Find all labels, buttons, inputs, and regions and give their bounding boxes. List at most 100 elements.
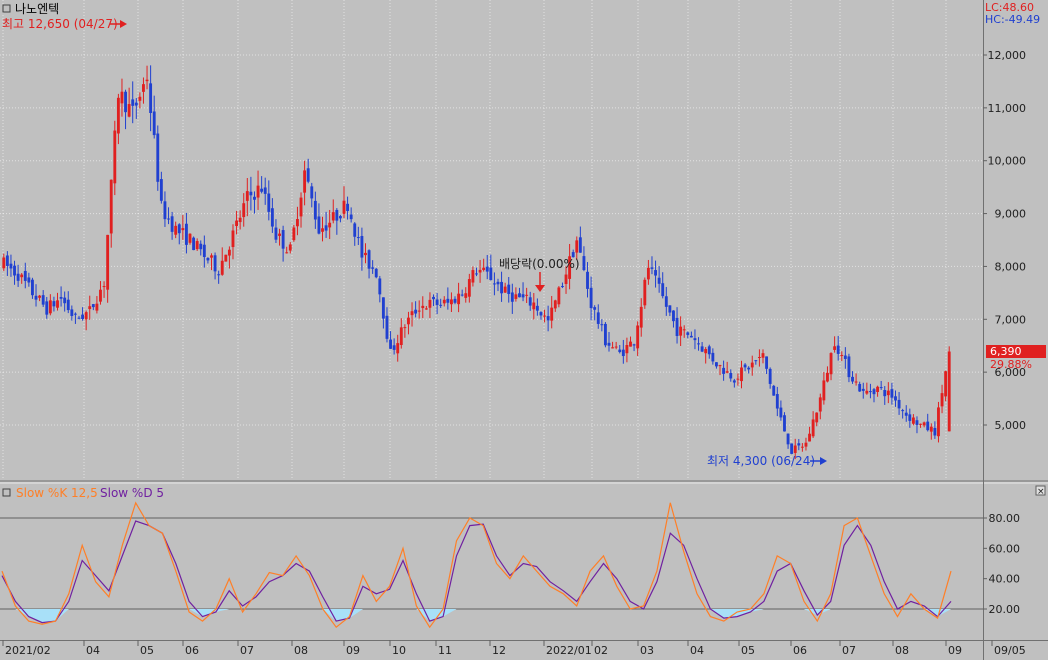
date-tick-label: 02: [594, 644, 608, 657]
candle-body: [829, 353, 833, 375]
close-icon[interactable]: ×: [1037, 487, 1045, 497]
candle-body: [399, 327, 403, 346]
candle-body: [152, 111, 156, 136]
candle-body: [503, 286, 507, 293]
candle-body: [374, 268, 378, 278]
candle-body: [177, 224, 181, 234]
candle-body: [682, 329, 686, 331]
candle-body: [768, 368, 772, 384]
date-tick-label: 07: [240, 644, 254, 657]
candle-body: [754, 360, 758, 362]
candle-body: [786, 433, 790, 445]
candle-body: [761, 353, 765, 358]
candle-body: [424, 308, 428, 310]
candle-body: [346, 203, 350, 212]
date-tick-label: 04: [690, 644, 704, 657]
candle-body: [711, 352, 715, 362]
candle-body: [9, 263, 13, 269]
candle-body: [593, 307, 597, 310]
indicator-tick-label: 20.00: [989, 603, 1021, 616]
candle-body: [439, 304, 443, 306]
candle-body: [937, 407, 940, 437]
candle-body: [385, 315, 389, 339]
candle-body: [657, 277, 661, 284]
candle-body: [5, 255, 9, 266]
candle-body: [578, 237, 582, 253]
candle-body: [775, 394, 779, 409]
candle-body: [535, 305, 539, 311]
candle-body: [338, 216, 342, 219]
candle-body: [611, 347, 615, 349]
candle-body: [356, 237, 360, 239]
indicator-pane[interactable]: [0, 483, 983, 640]
candle-body: [170, 216, 174, 232]
candle-body: [102, 286, 106, 288]
candle-body: [227, 249, 231, 256]
candle-body: [514, 294, 518, 299]
candle-body: [460, 294, 464, 296]
date-tick-label: 09: [948, 644, 962, 657]
candle-body: [52, 301, 56, 307]
candle-body: [725, 371, 729, 373]
current-price-label: 6,390: [990, 345, 1022, 358]
date-tick-label: 08: [294, 644, 308, 657]
candle-body: [20, 274, 24, 278]
candle-body: [328, 222, 332, 228]
candle-body: [453, 298, 457, 303]
candle-body: [181, 228, 185, 231]
candle-body: [360, 236, 364, 258]
candle-body: [539, 312, 543, 316]
date-tick-label: 08: [895, 644, 909, 657]
candle-body: [349, 214, 353, 220]
candle-body: [732, 380, 736, 383]
candle-body: [836, 345, 840, 354]
candle-body: [403, 327, 407, 329]
candle-body: [2, 257, 6, 269]
candle-body: [371, 267, 375, 269]
candle-body: [783, 415, 786, 432]
candle-body: [715, 362, 718, 367]
candle-body: [77, 317, 81, 319]
candle-body: [313, 200, 317, 220]
candle-body: [131, 99, 135, 106]
indicator-tick-label: 80.00: [989, 512, 1021, 525]
candle-body: [428, 299, 432, 308]
candle-body: [285, 252, 289, 254]
candle-body: [872, 389, 876, 395]
stock-chart[interactable]: 5,0006,0007,0008,0009,00010,00011,00012,…: [0, 0, 1048, 660]
candle-body: [596, 312, 600, 324]
candle-body: [34, 295, 38, 300]
candle-body: [421, 305, 425, 309]
candle-body: [700, 346, 704, 352]
candle-body: [500, 281, 504, 294]
candle-body: [91, 304, 95, 308]
candle-body: [342, 200, 346, 214]
candle-body: [410, 311, 414, 316]
candle-body: [478, 269, 482, 273]
candle-body: [747, 367, 751, 370]
candle-body: [435, 299, 439, 305]
candle-body: [779, 407, 783, 418]
candle-body: [378, 278, 382, 295]
candle-body: [757, 357, 761, 359]
candle-body: [124, 91, 127, 113]
candle-body: [822, 380, 826, 401]
candle-body: [238, 217, 242, 223]
candle-body: [296, 219, 299, 227]
candle-body: [646, 267, 650, 280]
candle-body: [686, 332, 690, 335]
candle-body: [582, 256, 586, 271]
candle-body: [861, 388, 865, 391]
candle-body: [890, 389, 894, 398]
candle-body: [446, 298, 450, 303]
candle-body: [654, 270, 657, 276]
candle-body: [23, 270, 27, 281]
candle-body: [879, 387, 883, 389]
candle-body: [70, 309, 74, 316]
candle-body: [464, 293, 468, 298]
candle-body: [575, 240, 579, 253]
candle-body: [88, 306, 92, 310]
slow-d-legend: Slow %D 5: [100, 486, 164, 500]
candle-body: [13, 265, 16, 276]
candle-body: [213, 255, 217, 272]
